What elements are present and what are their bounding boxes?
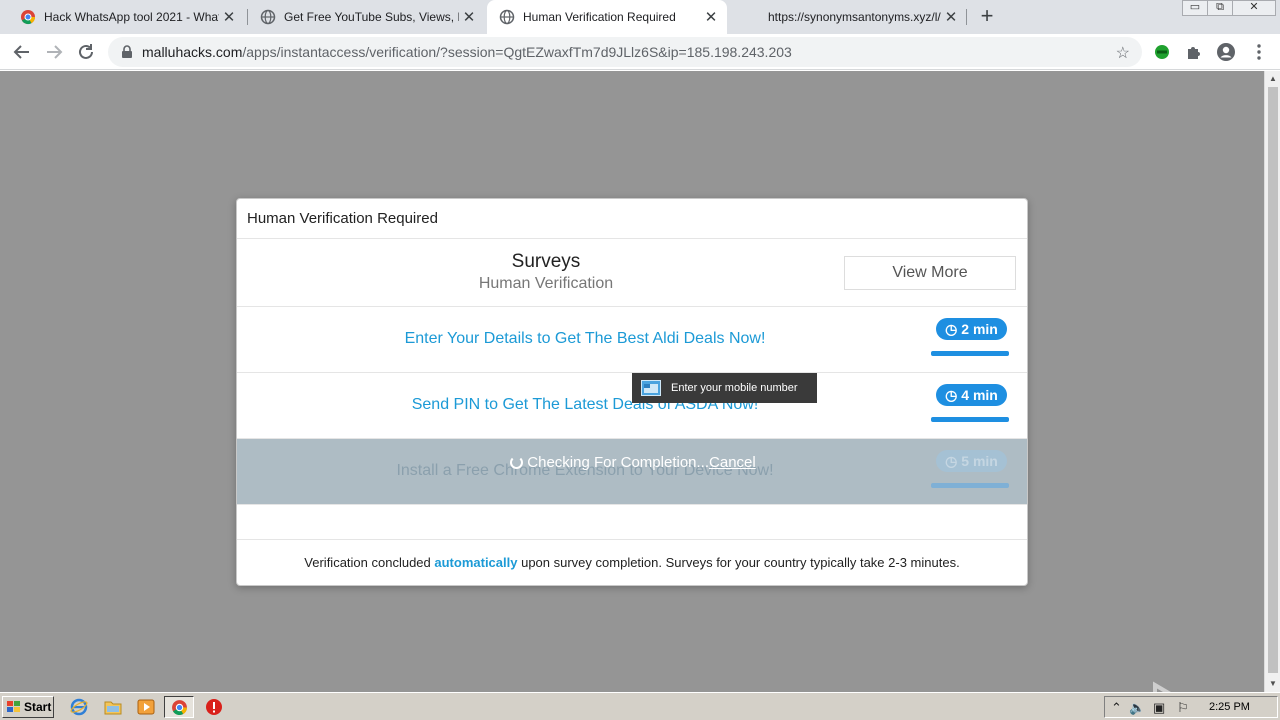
- modal-footer: Verification concluded automatically upo…: [237, 539, 1027, 585]
- time-badge: ◷ 4 min: [936, 384, 1007, 406]
- surveys-title: Surveys: [511, 251, 581, 272]
- file-explorer-icon[interactable]: [104, 698, 122, 716]
- time-label: 2 min: [961, 321, 998, 337]
- clock-icon: ◷: [945, 321, 958, 337]
- new-tab-button[interactable]: +: [976, 5, 998, 27]
- globe-icon: [499, 9, 515, 25]
- menu-kebab-icon[interactable]: [1249, 42, 1269, 62]
- extension-green-icon[interactable]: [1152, 42, 1172, 62]
- tab-title: Get Free YouTube Subs, Views, Likes: [284, 10, 459, 24]
- tab-free-youtube[interactable]: Get Free YouTube Subs, Views, Likes ✕: [248, 0, 485, 34]
- minimize-button[interactable]: ▭: [1182, 0, 1208, 16]
- tab-strip: Hack WhatsApp tool 2021 - Whatsapp ✕ Get…: [0, 0, 1280, 34]
- arrow-left-icon: [13, 45, 29, 59]
- cancel-link[interactable]: Cancel: [709, 454, 756, 471]
- url-text: malluhacks.com/apps/instantaccess/verifi…: [142, 44, 792, 60]
- tray-expand-icon[interactable]: ⌃: [1111, 700, 1122, 716]
- offer-progress-bar: [931, 483, 1009, 488]
- offer-row-checking[interactable]: Install a Free Chrome Extension to Your …: [237, 439, 1027, 505]
- tab-title: Hack WhatsApp tool 2021 - Whatsapp: [44, 10, 219, 24]
- window-controls: ▭ ⧉ ✕: [1182, 0, 1276, 16]
- media-player-icon[interactable]: [137, 698, 155, 716]
- restore-button[interactable]: ⧉: [1207, 0, 1233, 16]
- profile-avatar-icon[interactable]: [1216, 42, 1236, 62]
- tab-close-icon[interactable]: ✕: [701, 8, 721, 26]
- spinner-icon: [510, 456, 524, 469]
- chrome-favicon-icon: [21, 10, 36, 25]
- chrome-taskbar-button[interactable]: [164, 696, 194, 718]
- tab-hack-whatsapp[interactable]: Hack WhatsApp tool 2021 - Whatsapp ✕: [8, 0, 245, 34]
- vertical-scrollbar[interactable]: ▲ ▼: [1264, 71, 1280, 692]
- modal-title: Human Verification Required: [237, 199, 1027, 239]
- tab-separator: [966, 9, 967, 25]
- offer-progress-bar: [931, 417, 1009, 422]
- time-badge: ◷ 2 min: [936, 318, 1007, 340]
- scroll-down-icon[interactable]: ▼: [1265, 676, 1280, 692]
- tab-title: https://synonymsantonyms.xyz/l/23: [768, 10, 941, 24]
- offer-progress-bar: [931, 351, 1009, 356]
- scroll-up-icon[interactable]: ▲: [1265, 71, 1280, 87]
- footer-emphasis: automatically: [434, 555, 518, 570]
- scrollbar-thumb[interactable]: [1268, 87, 1278, 673]
- view-more-button[interactable]: View More: [844, 256, 1016, 290]
- offer-link[interactable]: Send PIN to Get The Latest Deals of ASDA…: [237, 396, 933, 414]
- tab-close-icon[interactable]: ✕: [459, 8, 479, 26]
- tab-human-verification[interactable]: Human Verification Required ✕: [487, 0, 727, 34]
- tab-title: Human Verification Required: [523, 10, 676, 24]
- offer-link[interactable]: Enter Your Details to Get The Best Aldi …: [237, 330, 933, 348]
- tooltip-text: Enter your mobile number: [671, 382, 798, 394]
- action-center-flag-icon[interactable]: ⚐: [1177, 700, 1189, 716]
- reload-icon: [79, 44, 93, 59]
- url-host: malluhacks.com: [142, 44, 243, 60]
- volume-icon[interactable]: 🔈: [1129, 700, 1145, 716]
- stop-sign-icon[interactable]: [205, 698, 223, 716]
- puzzle-piece-icon[interactable]: [1184, 42, 1204, 62]
- window-thumbnail-icon: [641, 380, 661, 396]
- start-label: Start: [24, 700, 52, 714]
- lock-icon: [122, 45, 132, 58]
- taskbar-clock[interactable]: 2:25 PM: [1209, 701, 1250, 713]
- clock-icon: ◷: [945, 387, 958, 403]
- time-label: 4 min: [961, 387, 998, 403]
- surveys-subtitle: Human Verification: [478, 275, 614, 292]
- tab-close-icon[interactable]: ✕: [219, 8, 239, 26]
- url-path: /apps/instantaccess/verification/?sessio…: [242, 44, 792, 60]
- surveys-header: Surveys Human Verification View More: [237, 239, 1027, 307]
- arrow-right-icon: [47, 45, 63, 59]
- chrome-icon: [172, 700, 187, 715]
- footer-text-end: upon survey completion. Surveys for your…: [517, 555, 960, 570]
- internet-explorer-icon[interactable]: [70, 698, 88, 716]
- footer-text: Verification concluded: [304, 555, 435, 570]
- tab-synonyms[interactable]: https://synonymsantonyms.xyz/l/23 ✕: [730, 0, 967, 34]
- forward-button[interactable]: [42, 40, 66, 64]
- mobile-number-tooltip: Enter your mobile number: [632, 373, 817, 403]
- tab-close-icon[interactable]: ✕: [941, 8, 961, 26]
- network-icon[interactable]: ▣: [1153, 700, 1165, 716]
- system-tray: ⌃ 🔈 ▣ ⚐ 2:25 PM: [1104, 696, 1278, 718]
- start-button[interactable]: Start: [2, 696, 54, 718]
- browser-toolbar: malluhacks.com/apps/instantaccess/verifi…: [0, 34, 1280, 70]
- checking-overlay: Checking For Completion...Cancel: [237, 454, 1029, 471]
- offer-row[interactable]: Enter Your Details to Get The Best Aldi …: [237, 307, 1027, 373]
- blank-favicon: [742, 9, 760, 25]
- checking-text: Checking For Completion...: [527, 454, 710, 471]
- globe-icon: [260, 9, 276, 25]
- bookmark-star-icon[interactable]: ☆: [1116, 43, 1130, 63]
- address-bar[interactable]: malluhacks.com/apps/instantaccess/verifi…: [108, 37, 1142, 67]
- reload-button[interactable]: [74, 40, 98, 64]
- windows-taskbar: Start ⌃ 🔈 ▣ ⚐ 2:25 PM: [0, 692, 1280, 720]
- close-window-button[interactable]: ✕: [1232, 0, 1276, 16]
- windows-flag-icon: [7, 701, 20, 712]
- back-button[interactable]: [10, 40, 34, 64]
